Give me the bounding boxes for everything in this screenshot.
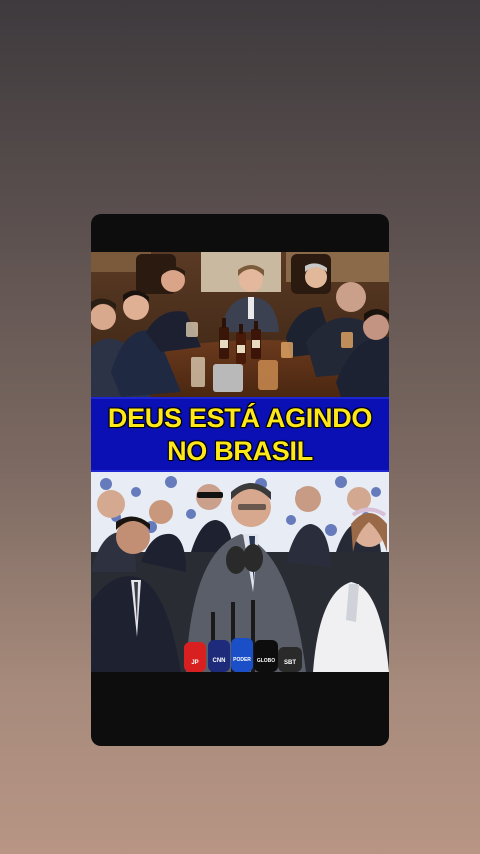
headline-line-2: NO BRASIL: [167, 435, 313, 466]
svg-text:SBT: SBT: [284, 660, 296, 666]
svg-text:GLOBO: GLOBO: [257, 658, 275, 664]
headline-line-1: DEUS ESTÁ AGINDO: [107, 402, 373, 433]
svg-text:JP: JP: [191, 660, 198, 666]
svg-text:CNN: CNN: [213, 658, 226, 664]
headline-banner: DEUS ESTÁ AGINDO NO BRASIL: [91, 397, 389, 472]
press-conference-photo: JP CNN PODER GLOBO SBT: [91, 472, 389, 672]
men-toasting-at-table-photo: [91, 252, 389, 397]
post-card[interactable]: DEUS ESTÁ AGINDO NO BRASIL JP CNN PODER …: [91, 214, 389, 746]
svg-text:PODER: PODER: [233, 657, 251, 663]
